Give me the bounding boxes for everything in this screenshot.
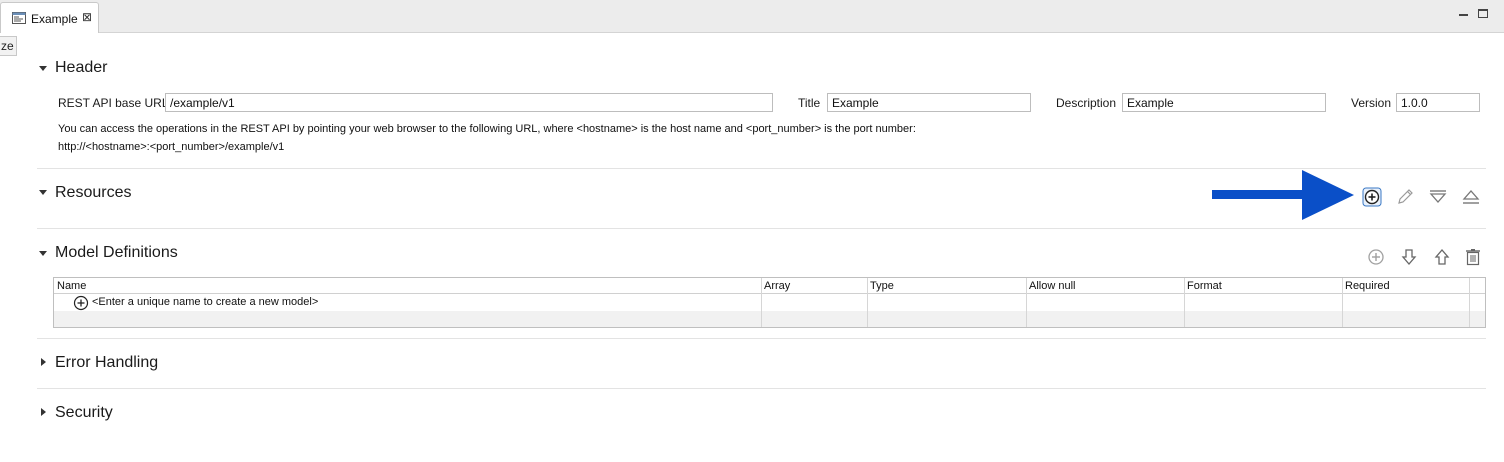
title-label: Title <box>798 96 821 110</box>
move-down-icon <box>1401 249 1417 265</box>
access-info-text: You can access the operations in the RES… <box>58 123 916 135</box>
delete-icon <box>1466 249 1480 266</box>
section-title-header: Header <box>55 59 108 76</box>
column-header-format[interactable]: Format <box>1184 278 1222 294</box>
section-divider <box>37 228 1486 229</box>
add-model-row-icon[interactable] <box>73 295 89 311</box>
section-title-resources: Resources <box>55 184 132 201</box>
close-icon[interactable]: ⊠ <box>82 10 92 24</box>
annotation-arrow-icon <box>1212 170 1354 220</box>
move-down-button[interactable] <box>1399 247 1419 267</box>
column-header-required[interactable]: Required <box>1342 278 1390 294</box>
column-divider <box>1184 278 1185 327</box>
edit-icon <box>1398 189 1413 204</box>
column-header-name[interactable]: Name <box>54 278 86 294</box>
tab-label: Example <box>31 12 78 26</box>
tab-example[interactable]: Example ⊠ <box>0 2 99 33</box>
add-icon <box>1368 249 1384 265</box>
section-divider <box>37 338 1486 339</box>
header-expand-toggle[interactable] <box>39 66 47 71</box>
section-title-models: Model Definitions <box>55 244 178 261</box>
error-handling-expand-toggle[interactable] <box>41 358 46 366</box>
section-divider <box>37 388 1486 389</box>
add-resource-button[interactable] <box>1362 187 1382 207</box>
base-url-label: REST API base URL <box>58 96 169 110</box>
expand-all-button[interactable] <box>1428 187 1448 207</box>
version-label: Version <box>1351 96 1392 110</box>
add-icon <box>1362 187 1382 207</box>
column-divider <box>1469 278 1470 327</box>
move-up-button[interactable] <box>1432 247 1452 267</box>
expand-all-icon <box>1429 190 1447 203</box>
maximize-icon[interactable] <box>1478 9 1488 18</box>
move-up-icon <box>1434 249 1450 265</box>
collapse-all-icon <box>1462 190 1480 204</box>
title-field[interactable] <box>827 93 1031 112</box>
description-field[interactable] <box>1122 93 1326 112</box>
access-url-text: http://<hostname>:<port_number>/example/… <box>58 141 285 153</box>
column-divider <box>867 278 868 327</box>
column-header-type[interactable]: Type <box>867 278 894 294</box>
models-expand-toggle[interactable] <box>39 251 47 256</box>
resources-expand-toggle[interactable] <box>39 190 47 195</box>
collapse-all-button[interactable] <box>1461 187 1481 207</box>
editor-tab-bar: Example ⊠ <box>0 0 1504 33</box>
editor-document-icon <box>12 12 26 24</box>
version-field[interactable] <box>1396 93 1480 112</box>
delete-model-button[interactable] <box>1463 247 1483 267</box>
add-model-button[interactable] <box>1366 247 1386 267</box>
edit-resource-button[interactable] <box>1395 187 1415 207</box>
table-row[interactable] <box>54 311 1485 327</box>
new-model-placeholder[interactable]: <Enter a unique name to create a new mod… <box>92 296 318 308</box>
column-divider <box>1026 278 1027 327</box>
column-divider <box>761 278 762 327</box>
column-divider <box>1342 278 1343 327</box>
section-title-security: Security <box>55 404 113 421</box>
section-title-error-handling: Error Handling <box>55 354 159 371</box>
security-expand-toggle[interactable] <box>41 408 46 416</box>
minimize-icon[interactable] <box>1459 8 1470 19</box>
description-label: Description <box>1056 96 1117 110</box>
column-header-allow-null[interactable]: Allow null <box>1026 278 1075 294</box>
table-header-divider <box>54 293 1485 294</box>
column-header-array[interactable]: Array <box>761 278 790 294</box>
tooltip-fragment: ze <box>0 36 17 56</box>
base-url-field[interactable] <box>165 93 773 112</box>
section-divider <box>37 168 1486 169</box>
model-definitions-table[interactable]: Name Array Type Allow null Format Requir… <box>53 277 1486 328</box>
